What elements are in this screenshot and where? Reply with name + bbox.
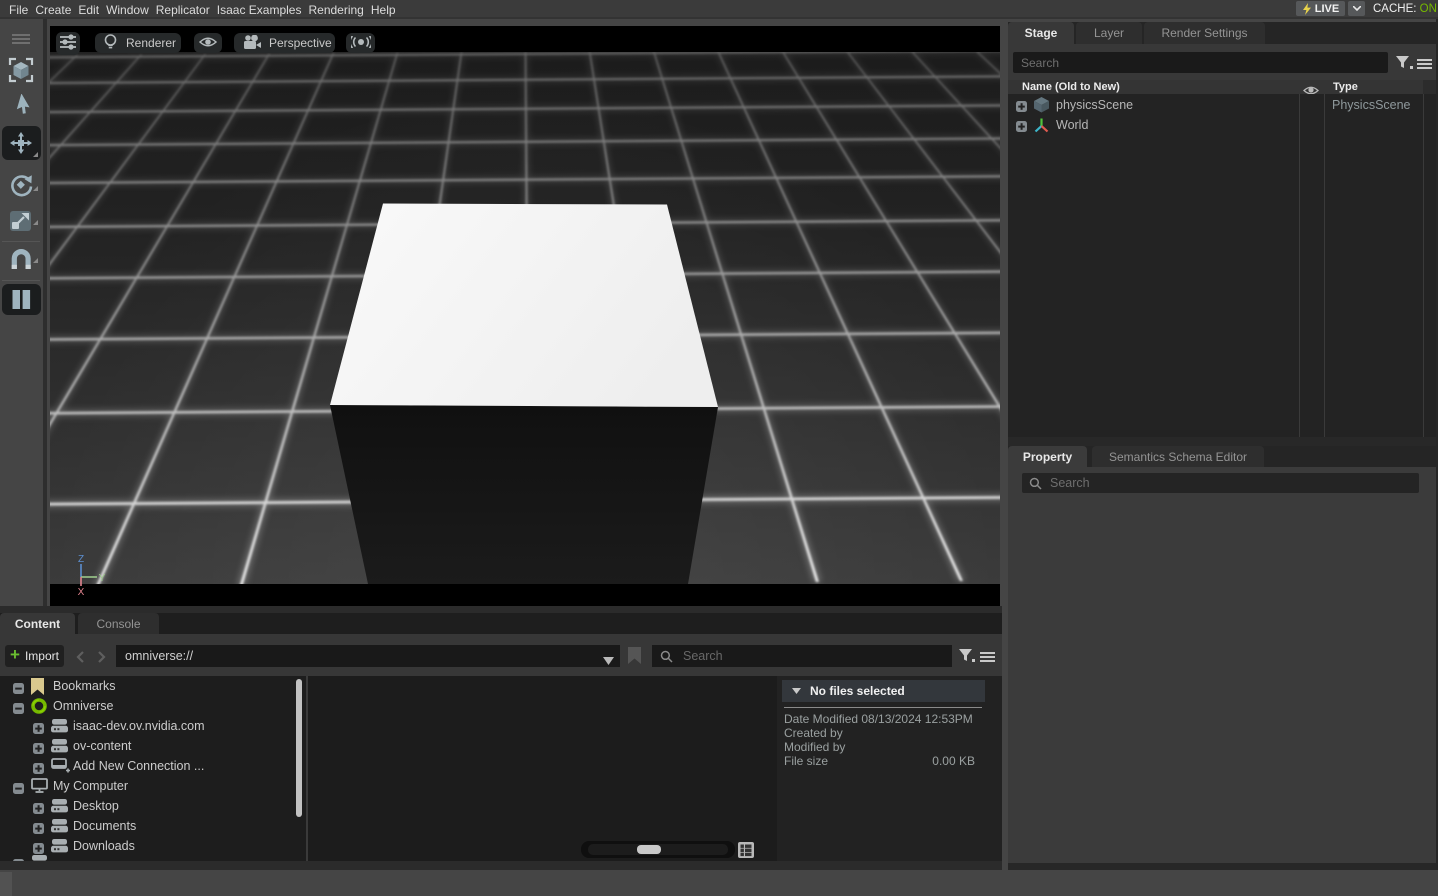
svg-text:Z: Z: [78, 554, 84, 565]
svg-text:Y: Y: [99, 573, 106, 584]
svg-text:X: X: [78, 587, 85, 598]
